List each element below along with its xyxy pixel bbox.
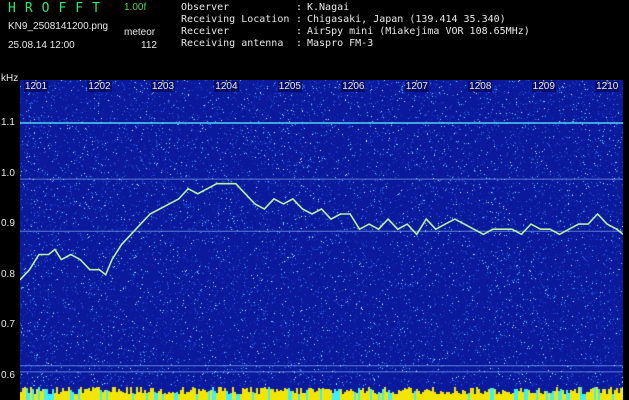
date-time: 25.08.14 12:00 [8,40,75,51]
info-sep: : [296,14,303,25]
info-value-location: Chigasaki, Japan (139.414 35.340) [307,14,506,25]
y-tick-label: 1.0 [1,167,15,179]
info-key-observer: Observer [181,2,230,13]
y-tick-label: 0.6 [1,369,15,381]
x-tick-label: 1203 [150,81,176,92]
doppler-trace [20,182,623,281]
meteor-label: meteor [124,27,156,38]
info-value-receiver: AirSpy mini (Miakejima VOR 108.65MHz) [307,26,530,37]
y-tick-label: 0.9 [1,218,15,230]
y-tick-label: 0.8 [1,268,15,280]
info-value-observer: K.Nagai [307,2,350,13]
x-tick-label: 1210 [595,81,620,92]
info-sep: : [296,26,303,37]
info-sep: : [296,2,303,13]
x-tick-label: 1208 [468,81,493,92]
x-tick-label: 1202 [87,81,112,92]
y-axis-unit: kHz [1,73,19,84]
info-key-antenna: Receiving antenna [181,38,284,49]
x-tick-label: 1204 [214,81,239,92]
info-value-antenna: Maspro FM-3 [307,38,374,49]
info-sep: : [296,38,303,49]
meteor-count: 112 [141,40,157,51]
info-key-location: Receiving Location [181,14,290,25]
y-tick-label: 1.1 [1,116,15,128]
spectrogram-overlay [20,80,623,373]
version-label: 1.00f [124,2,147,13]
file-name: KN9_2508141200.png [8,21,109,32]
header-panel: HROFFT 1.00f KN9_2508141200.png 25.08.14… [0,0,629,72]
app-title: HROFFT [8,1,109,16]
x-tick-label: 1209 [531,81,556,92]
spectrogram-plot [20,80,623,400]
x-tick-label: 1205 [277,81,302,92]
x-tick-label: 1207 [404,81,429,92]
y-tick-label: 0.7 [1,319,15,331]
x-tick-label: 1206 [341,81,366,92]
x-tick-label: 1201 [23,81,49,92]
info-key-receiver: Receiver [181,26,230,37]
